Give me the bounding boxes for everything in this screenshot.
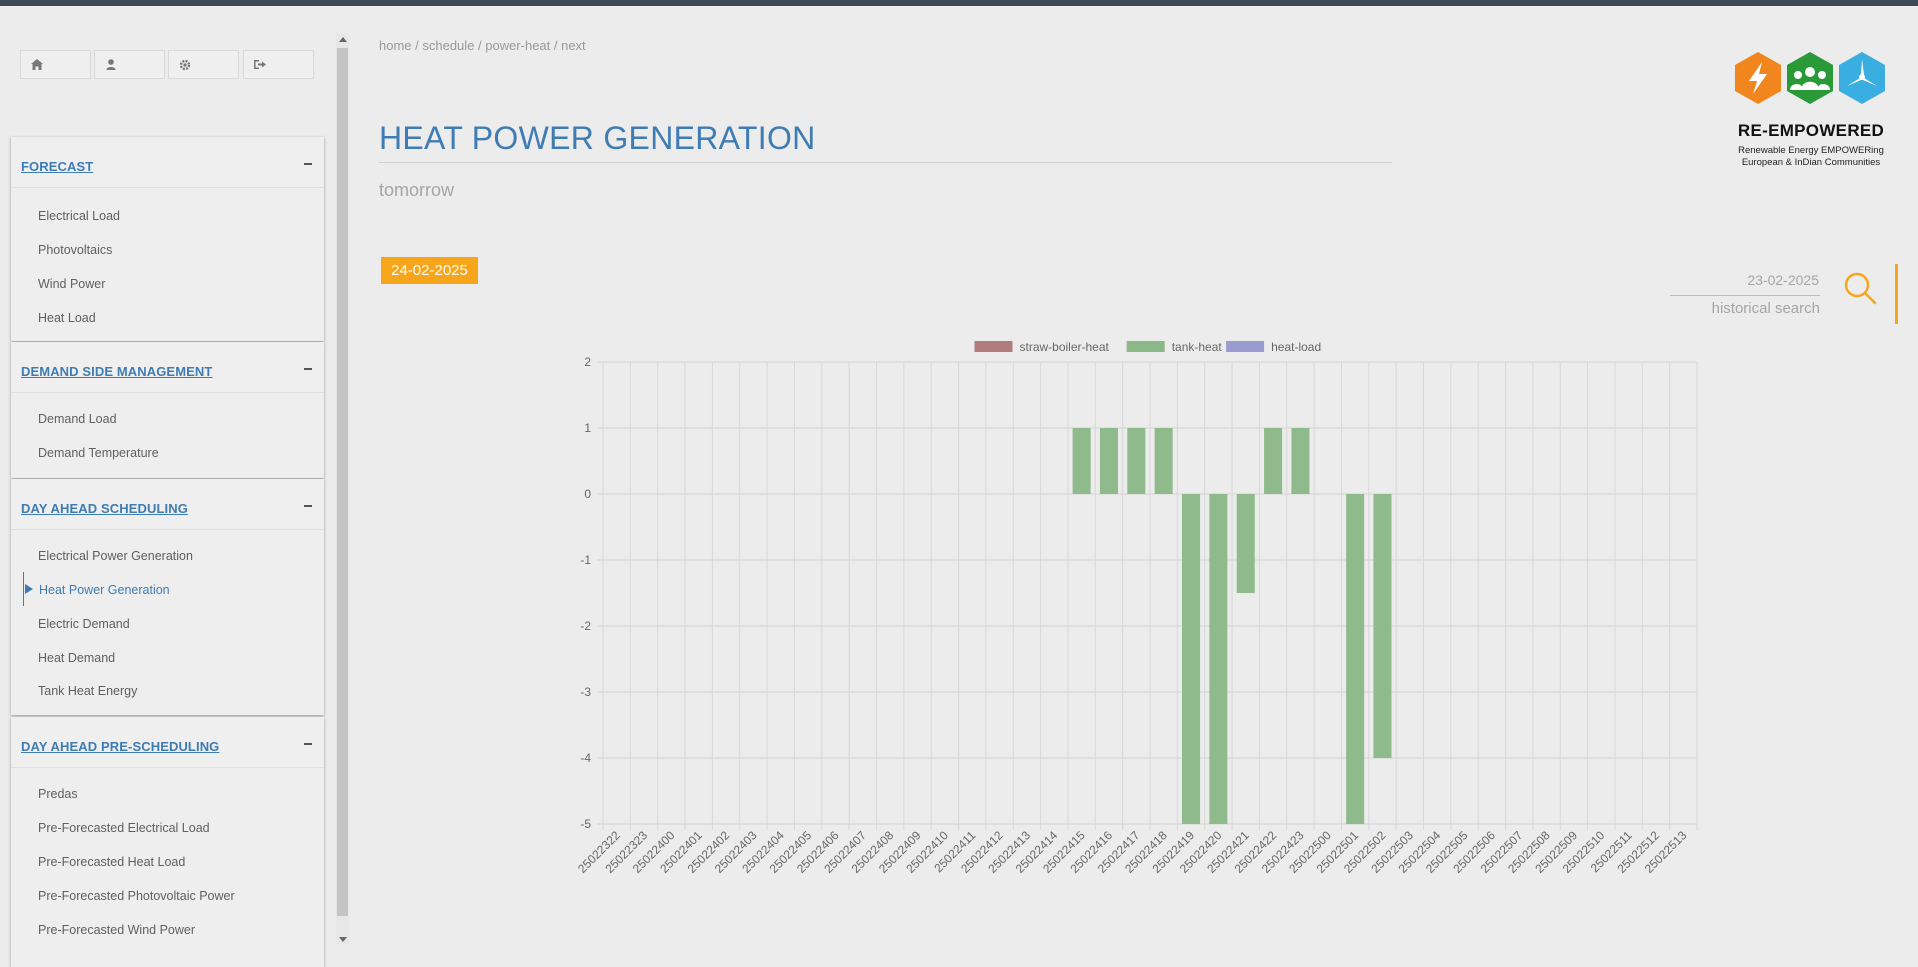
- sidebar-item-tank-heat-energy[interactable]: Tank Heat Energy: [38, 684, 137, 698]
- breadcrumb[interactable]: home / schedule / power-heat / next: [379, 38, 586, 53]
- user-button[interactable]: [94, 50, 165, 79]
- search-icon[interactable]: [1842, 270, 1878, 306]
- y-tick-label: -3: [580, 685, 591, 699]
- sidebar-item-photovoltaics[interactable]: Photovoltaics: [38, 243, 112, 257]
- y-tick-label: -4: [580, 751, 591, 765]
- user-icon: [106, 59, 116, 70]
- bar-tank-heat: [1099, 428, 1119, 494]
- forecast-panel: FORECAST Electrical Load Photovoltaics W…: [11, 137, 324, 341]
- sidebar-item-wind-power[interactable]: Wind Power: [38, 277, 105, 291]
- day-ahead-pre-scheduling-panel: DAY AHEAD PRE-SCHEDULING Predas Pre-Fore…: [11, 717, 324, 967]
- dsm-panel-header[interactable]: DEMAND SIDE MANAGEMENT: [11, 342, 324, 393]
- demand-side-management-panel: DEMAND SIDE MANAGEMENT Demand Load Deman…: [11, 342, 324, 478]
- lightning-hexagon-icon: [1735, 52, 1781, 104]
- sidebar-item-electrical-load[interactable]: Electrical Load: [38, 209, 120, 223]
- bar-tank-heat: [1127, 428, 1146, 494]
- top-bar: [0, 0, 1918, 6]
- page-subtitle: tomorrow: [379, 180, 455, 200]
- sidebar-item-pre-forecasted-wind-power[interactable]: Pre-Forecasted Wind Power: [38, 923, 195, 937]
- day-ahead-scheduling-panel: DAY AHEAD SCHEDULING Electrical Power Ge…: [11, 479, 324, 715]
- home-icon: [31, 59, 43, 70]
- bar-tank-heat: [1154, 428, 1173, 494]
- scroll-up-arrow-icon[interactable]: [339, 37, 347, 42]
- active-item-marker: [23, 572, 24, 606]
- collapse-icon[interactable]: [304, 163, 312, 165]
- legend-swatch-straw-boiler-heat: [974, 341, 1013, 352]
- historical-search-label: historical search: [1711, 300, 1820, 317]
- collapse-icon[interactable]: [304, 743, 312, 745]
- wind-turbine-hexagon-icon: [1839, 52, 1885, 104]
- scrollbar-thumb[interactable]: [337, 48, 348, 916]
- date-badge: 24-02-2025: [381, 257, 478, 284]
- caret-right-icon: [25, 584, 33, 594]
- forecast-section-title[interactable]: FORECAST: [21, 159, 93, 174]
- bar-tank-heat: [1291, 428, 1310, 494]
- legend-label-tank-heat: tank-heat: [1172, 340, 1223, 354]
- page-title: HEAT POWER GENERATION: [379, 120, 816, 156]
- collapse-icon[interactable]: [304, 368, 312, 370]
- gear-icon: [179, 59, 191, 70]
- heat-power-chart: 210-1-2-3-4-5250223222502232325022400250…: [575, 340, 1698, 876]
- sidebar-item-heat-load[interactable]: Heat Load: [38, 311, 96, 325]
- sidebar-item-pre-forecasted-heat-load[interactable]: Pre-Forecasted Heat Load: [38, 855, 185, 869]
- sidebar-item-predas[interactable]: Predas: [38, 787, 78, 801]
- bar-tank-heat: [1264, 428, 1283, 494]
- daps-section-title[interactable]: DAY AHEAD PRE-SCHEDULING: [21, 739, 219, 754]
- sidebar-item-electric-demand[interactable]: Electric Demand: [38, 617, 130, 631]
- forecast-panel-header[interactable]: FORECAST: [11, 137, 324, 188]
- bar-tank-heat: [1346, 494, 1365, 824]
- y-tick-label: -1: [580, 553, 591, 567]
- y-tick-label: 1: [584, 421, 591, 435]
- legend-label-straw-boiler-heat: straw-boiler-heat: [1020, 340, 1110, 354]
- home-button[interactable]: [20, 50, 91, 79]
- y-tick-label: -2: [580, 619, 591, 633]
- historical-date-underline: [1670, 295, 1820, 296]
- bar-tank-heat: [1373, 494, 1392, 758]
- historical-date-input[interactable]: 23-02-2025: [1670, 272, 1819, 288]
- sidebar-item-heat-demand[interactable]: Heat Demand: [38, 651, 115, 665]
- y-tick-label: 0: [584, 487, 591, 501]
- logout-button[interactable]: [243, 50, 314, 79]
- bar-tank-heat: [1236, 494, 1255, 593]
- sidebar-item-pre-forecasted-electrical-load[interactable]: Pre-Forecasted Electrical Load: [38, 821, 210, 835]
- sidebar-item-demand-temperature[interactable]: Demand Temperature: [38, 446, 159, 460]
- settings-button[interactable]: [168, 50, 239, 79]
- sidebar-item-heat-power-generation[interactable]: Heat Power Generation: [39, 583, 170, 597]
- scroll-down-arrow-icon[interactable]: [339, 937, 347, 942]
- daps-panel-header[interactable]: DAY AHEAD PRE-SCHEDULING: [11, 717, 324, 768]
- das-panel-header[interactable]: DAY AHEAD SCHEDULING: [11, 479, 324, 530]
- sidebar-item-pre-forecasted-photovoltaic-power[interactable]: Pre-Forecasted Photovoltaic Power: [38, 889, 235, 903]
- y-tick-label: -5: [580, 817, 591, 831]
- sidebar-item-electrical-power-generation[interactable]: Electrical Power Generation: [38, 549, 193, 563]
- legend-label-heat-load: heat-load: [1271, 340, 1321, 354]
- search-accent-bar: [1895, 264, 1898, 324]
- bar-tank-heat: [1072, 428, 1091, 494]
- community-hexagon-icon: [1787, 52, 1833, 104]
- y-tick-label: 2: [584, 355, 591, 369]
- sign-out-icon: [254, 60, 266, 69]
- legend-swatch-tank-heat: [1126, 341, 1165, 352]
- legend-swatch-heat-load: [1226, 341, 1265, 352]
- bar-tank-heat: [1181, 494, 1201, 824]
- sidebar-item-demand-load[interactable]: Demand Load: [38, 412, 117, 426]
- logo-title: RE-EMPOWERED: [1737, 121, 1885, 140]
- title-divider: [379, 162, 1392, 163]
- das-section-title[interactable]: DAY AHEAD SCHEDULING: [21, 501, 188, 516]
- logo-tagline: Renewable Energy EMPOWERing European & I…: [1738, 145, 1884, 168]
- collapse-icon[interactable]: [304, 505, 312, 507]
- dsm-section-title[interactable]: DEMAND SIDE MANAGEMENT: [21, 364, 212, 379]
- bar-tank-heat: [1209, 494, 1228, 824]
